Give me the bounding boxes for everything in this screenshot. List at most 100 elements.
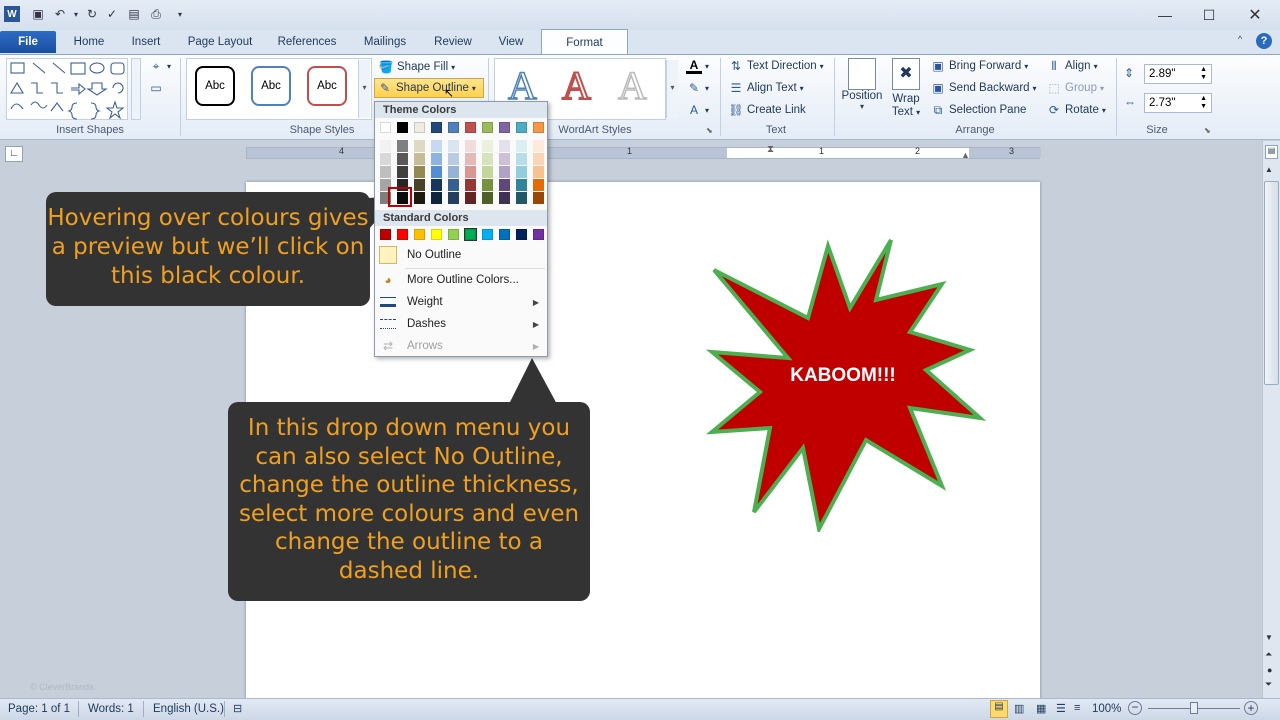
right-indent-icon[interactable]: ▲ [961, 150, 970, 160]
wordart-style-blue[interactable]: A [507, 65, 537, 107]
wrap-text-button[interactable]: ✖ Wrap Text ▾ [886, 56, 926, 120]
scroll-up-icon[interactable]: ▲ [1265, 165, 1273, 174]
theme-shade-swatch[interactable] [414, 166, 425, 178]
tab-file[interactable]: File [0, 31, 56, 53]
theme-shade-swatch[interactable] [465, 166, 476, 178]
tab-insert[interactable]: Insert [126, 31, 166, 53]
theme-shade-swatch[interactable] [499, 140, 510, 152]
theme-shade-swatch[interactable] [397, 153, 408, 165]
wordart-style-red[interactable]: A [561, 65, 592, 107]
ribbon-collapse-icon[interactable]: ^ [1238, 34, 1252, 48]
theme-shade-swatch[interactable] [414, 192, 425, 204]
print-preview-icon[interactable]: ⎙ [148, 6, 164, 22]
language-indicator[interactable]: English (U.S.) [153, 703, 224, 715]
spelling-icon[interactable]: ✓ [104, 6, 120, 22]
tab-home[interactable]: Home [70, 31, 108, 53]
send-backward-button[interactable]: ▣ Send Backward ▾ [930, 80, 1036, 96]
zoom-slider-thumb[interactable] [1190, 702, 1198, 714]
standard-color-swatch[interactable] [464, 228, 477, 241]
tab-references[interactable]: References [274, 31, 340, 53]
standard-color-swatch[interactable] [380, 229, 391, 240]
zoom-level[interactable]: 100% [1092, 703, 1121, 715]
theme-shade-swatch[interactable] [482, 192, 493, 204]
theme-color-swatch[interactable] [414, 122, 425, 133]
theme-shade-swatch[interactable] [431, 192, 442, 204]
theme-shade-swatch[interactable] [448, 166, 459, 178]
theme-shade-swatch[interactable] [516, 192, 527, 204]
zoom-out-icon[interactable]: − [1128, 701, 1142, 715]
vertical-scrollbar[interactable]: ▤ ▲ ▼ ⏶ ● ⏷ [1262, 141, 1280, 698]
indent-marker-icon[interactable]: ⧗ [767, 144, 774, 155]
theme-shade-swatch[interactable] [533, 179, 544, 191]
theme-shade-swatch[interactable] [448, 192, 459, 204]
arrows-item[interactable]: ⇄ Arrows ▶ [375, 335, 547, 357]
theme-shade-swatch[interactable] [414, 140, 425, 152]
theme-shade-swatch[interactable] [533, 166, 544, 178]
spinner-icon[interactable]: ▲ ▼ [1200, 95, 1207, 111]
standard-color-swatch[interactable] [516, 229, 527, 240]
standard-color-swatch[interactable] [397, 229, 408, 240]
group-button[interactable]: ⬚ Group ▾ [1046, 80, 1104, 96]
undo-icon[interactable]: ↶ [52, 6, 68, 22]
draft-view-icon[interactable]: ≡ [1074, 702, 1080, 714]
theme-color-swatch[interactable] [516, 122, 527, 133]
theme-shade-swatch[interactable] [533, 140, 544, 152]
theme-shade-swatch[interactable] [380, 153, 391, 165]
position-button[interactable]: Position ▾ [840, 56, 884, 120]
undo-dropdown-icon[interactable]: ▾ [68, 6, 84, 22]
word-logo-icon[interactable]: W [4, 6, 20, 22]
align-text-button[interactable]: ☰ Align Text ▾ [728, 80, 804, 96]
shapes-gallery-scroll[interactable] [131, 58, 141, 120]
theme-color-swatch[interactable] [533, 122, 544, 133]
tab-format[interactable]: Format [541, 29, 628, 55]
customize-icon[interactable]: ▾ [172, 6, 188, 22]
theme-shade-swatch[interactable] [431, 140, 442, 152]
standard-color-swatch[interactable] [448, 229, 459, 240]
text-fill-button[interactable]: A ▾ [686, 58, 709, 74]
draw-text-box-button[interactable]: ▭ [148, 80, 164, 96]
theme-shade-swatch[interactable] [516, 179, 527, 191]
shape-outline-button[interactable]: ✎ Shape Outline ▾ [374, 78, 484, 98]
shape-fill-button[interactable]: 🪣 Shape Fill ▾ [378, 58, 456, 76]
starburst-shape[interactable]: KABOOM!!! [700, 236, 990, 532]
theme-shade-swatch[interactable] [533, 153, 544, 165]
theme-shade-swatch[interactable] [431, 179, 442, 191]
outline-view-icon[interactable]: ☰ [1056, 702, 1066, 715]
theme-shade-swatch[interactable] [482, 179, 493, 191]
standard-color-swatch[interactable] [431, 229, 442, 240]
zoom-in-icon[interactable]: + [1244, 701, 1258, 715]
full-screen-reading-icon[interactable]: ▥ [1014, 702, 1024, 715]
print-layout-icon[interactable]: ▤ [990, 700, 1008, 718]
theme-color-swatch[interactable] [380, 122, 391, 133]
tab-selector-icon[interactable]: ∟ [5, 146, 23, 162]
web-layout-icon[interactable]: ▦ [1036, 702, 1046, 715]
theme-shade-swatch[interactable] [482, 166, 493, 178]
shape-style-red[interactable]: Abc [307, 66, 347, 106]
theme-shade-swatch[interactable] [397, 166, 408, 178]
theme-shade-swatch[interactable] [465, 179, 476, 191]
save-icon[interactable]: ▣ [30, 6, 46, 22]
theme-shade-swatch[interactable] [448, 140, 459, 152]
dialog-launcher-icon[interactable]: ⬊ [706, 126, 713, 135]
theme-color-swatch[interactable] [448, 122, 459, 133]
view-ruler-icon[interactable]: ▤ [1265, 145, 1278, 159]
theme-shade-swatch[interactable] [533, 192, 544, 204]
shapes-gallery[interactable] [6, 58, 128, 120]
previous-page-icon[interactable]: ⏶ [1265, 649, 1272, 660]
theme-shade-swatch[interactable] [516, 166, 527, 178]
dialog-launcher-icon[interactable]: ⬊ [1204, 126, 1211, 135]
scrollbar-thumb[interactable] [1264, 181, 1279, 385]
wordart-more-icon[interactable]: ▾ [666, 60, 678, 118]
theme-shade-swatch[interactable] [380, 166, 391, 178]
no-outline-item[interactable]: No Outline [375, 244, 547, 266]
format-painter-icon[interactable]: ▤ [126, 6, 142, 22]
rotate-button[interactable]: ⟳ Rotate ▾ [1046, 102, 1106, 118]
browse-object-icon[interactable]: ● [1267, 665, 1272, 675]
theme-shade-swatch[interactable] [499, 179, 510, 191]
standard-color-swatch[interactable] [414, 229, 425, 240]
theme-shade-swatch[interactable] [448, 153, 459, 165]
close-icon[interactable]: ✕ [1238, 4, 1272, 26]
theme-color-swatch[interactable] [397, 122, 408, 133]
theme-color-swatch[interactable] [482, 122, 493, 133]
theme-shade-swatch[interactable] [482, 140, 493, 152]
